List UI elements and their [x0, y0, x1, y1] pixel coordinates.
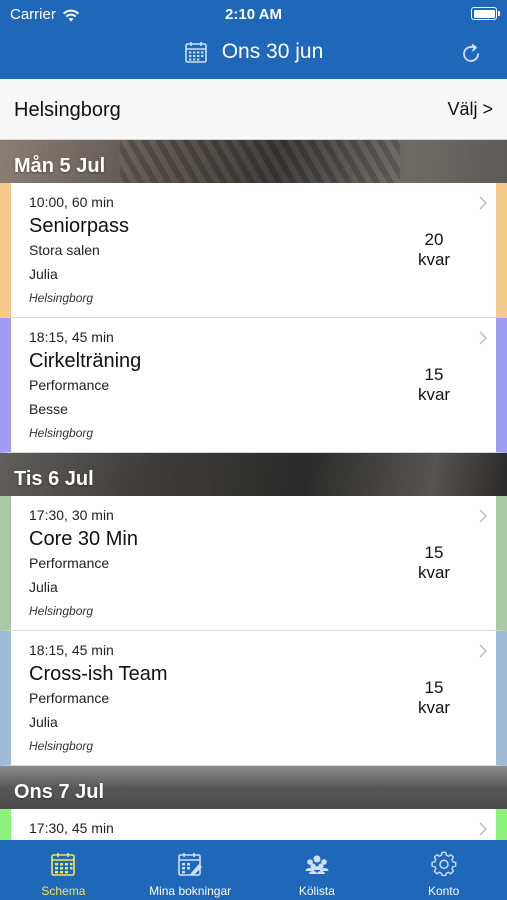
class-name: Seniorpass — [29, 215, 130, 237]
spots-remaining: 20 kvar — [409, 230, 459, 270]
date-picker[interactable]: Ons 30 jun — [0, 40, 507, 64]
header-date-title: Ons 30 jun — [221, 40, 324, 63]
class-trainer: Julia — [29, 714, 58, 730]
battery-icon — [471, 7, 500, 20]
day-label: Mån 5 Jul — [14, 155, 106, 177]
class-location: Helsingborg — [29, 739, 94, 753]
schedule-list[interactable]: Mån 5 Jul 10:00, 60 min Seniorpass Stora… — [0, 140, 507, 840]
app-header: Ons 30 jun — [0, 30, 507, 79]
chevron-right-icon — [479, 822, 487, 836]
spots-label: kvar — [417, 250, 451, 269]
tab-bar: Schema Mina bokningar Kölista Konto — [0, 840, 507, 900]
chevron-right-icon — [479, 509, 487, 523]
tab-kolista[interactable]: Kölista — [254, 840, 381, 900]
tab-mina-bokningar[interactable]: Mina bokningar — [127, 840, 254, 900]
gear-icon — [431, 851, 456, 877]
app-screen: Carrier 2:10 AM Ons 30 jun Helsingborg V… — [0, 0, 507, 900]
class-location: Helsingborg — [29, 604, 94, 618]
class-card[interactable]: 17:30, 45 min — [0, 809, 507, 840]
class-room: Performance — [29, 555, 110, 571]
spots-count: 20 — [424, 230, 444, 249]
class-card[interactable]: 10:00, 60 min Seniorpass Stora salen Jul… — [0, 183, 507, 318]
day-header: Ons 7 Jul — [0, 766, 507, 809]
class-card[interactable]: 18:15, 45 min Cirkelträning Performance … — [0, 318, 507, 453]
status-bar: Carrier 2:10 AM — [0, 0, 507, 30]
day-label: Ons 7 Jul — [14, 781, 105, 803]
group-icon — [305, 855, 329, 874]
status-time: 2:10 AM — [225, 6, 282, 23]
choose-location-button[interactable]: Välj > — [447, 99, 493, 120]
location-selector[interactable]: Helsingborg Välj > — [0, 79, 507, 140]
day-label: Tis 6 Jul — [14, 468, 94, 490]
day-header: Tis 6 Jul — [0, 453, 507, 496]
location-name: Helsingborg — [14, 99, 121, 121]
chevron-right-icon — [479, 331, 487, 345]
calendar-edit-icon — [178, 853, 203, 876]
class-time: 10:00, 60 min — [29, 194, 114, 210]
spots-count: 15 — [424, 365, 444, 384]
class-room: Stora salen — [29, 242, 100, 258]
class-name: Cross-ish Team — [29, 663, 168, 685]
chevron-right-icon — [479, 196, 487, 210]
class-trainer: Julia — [29, 579, 58, 595]
class-location: Helsingborg — [29, 291, 94, 305]
class-time: 17:30, 45 min — [29, 820, 114, 836]
class-time: 18:15, 45 min — [29, 329, 114, 345]
class-card[interactable]: 17:30, 30 min Core 30 Min Performance Ju… — [0, 496, 507, 631]
spots-remaining: 15 kvar — [409, 365, 459, 405]
class-location: Helsingborg — [29, 426, 94, 440]
tab-label: Kölista — [298, 884, 335, 898]
chevron-right-icon — [479, 644, 487, 658]
class-time: 18:15, 45 min — [29, 642, 114, 658]
tab-label: Schema — [41, 884, 86, 898]
calendar-icon — [51, 853, 76, 876]
tab-konto[interactable]: Konto — [380, 840, 507, 900]
class-name: Core 30 Min — [29, 528, 138, 550]
spots-remaining: 15 kvar — [409, 543, 459, 583]
spots-remaining: 15 kvar — [409, 678, 459, 718]
tab-schema[interactable]: Schema — [0, 840, 127, 900]
class-room: Performance — [29, 690, 110, 706]
class-room: Performance — [29, 377, 110, 393]
spots-label: kvar — [417, 385, 451, 404]
spots-count: 15 — [424, 543, 444, 562]
day-header: Mån 5 Jul — [0, 140, 507, 183]
class-trainer: Julia — [29, 266, 58, 282]
class-time: 17:30, 30 min — [29, 507, 114, 523]
class-name: Cirkelträning — [29, 350, 142, 372]
tab-label: Konto — [427, 884, 460, 898]
spots-count: 15 — [424, 678, 444, 697]
class-card[interactable]: 18:15, 45 min Cross-ish Team Performance… — [0, 631, 507, 766]
calendar-icon — [184, 42, 207, 63]
spots-label: kvar — [417, 563, 451, 582]
spots-label: kvar — [417, 698, 451, 717]
class-trainer: Besse — [29, 401, 68, 417]
tab-label: Mina bokningar — [149, 884, 232, 898]
refresh-icon[interactable] — [459, 42, 483, 66]
